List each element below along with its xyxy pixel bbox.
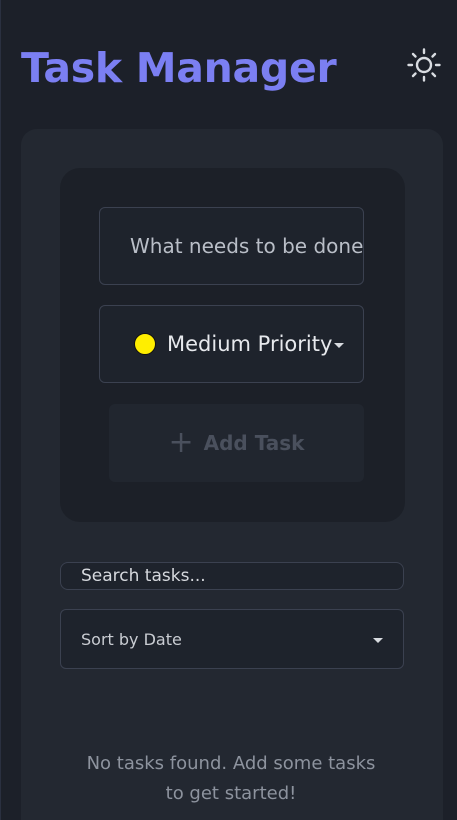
chevron-down-icon [373, 638, 383, 643]
app-title: Task Manager [21, 44, 337, 92]
priority-select[interactable]: Medium Priority [99, 305, 364, 383]
task-manager-page: Task Manager Medium Priority [0, 0, 457, 820]
sort-label: Sort by Date [81, 630, 182, 649]
sun-icon [407, 48, 441, 82]
priority-color-dot [134, 333, 156, 355]
main-panel: Medium Priority + Add Task Sort by Date … [21, 129, 443, 820]
chevron-down-icon [334, 343, 344, 348]
empty-state-message: No tasks found. Add some tasks to get st… [86, 753, 376, 804]
add-task-form: Medium Priority + Add Task [60, 168, 405, 522]
sort-select[interactable]: Sort by Date [60, 609, 404, 669]
task-input[interactable] [99, 207, 364, 285]
add-task-label: Add Task [203, 431, 305, 455]
search-input[interactable] [60, 562, 404, 590]
add-task-button[interactable]: + Add Task [109, 404, 364, 482]
theme-toggle-button[interactable] [405, 46, 443, 84]
plus-icon: + [168, 425, 194, 460]
priority-label: Medium Priority [167, 332, 333, 356]
